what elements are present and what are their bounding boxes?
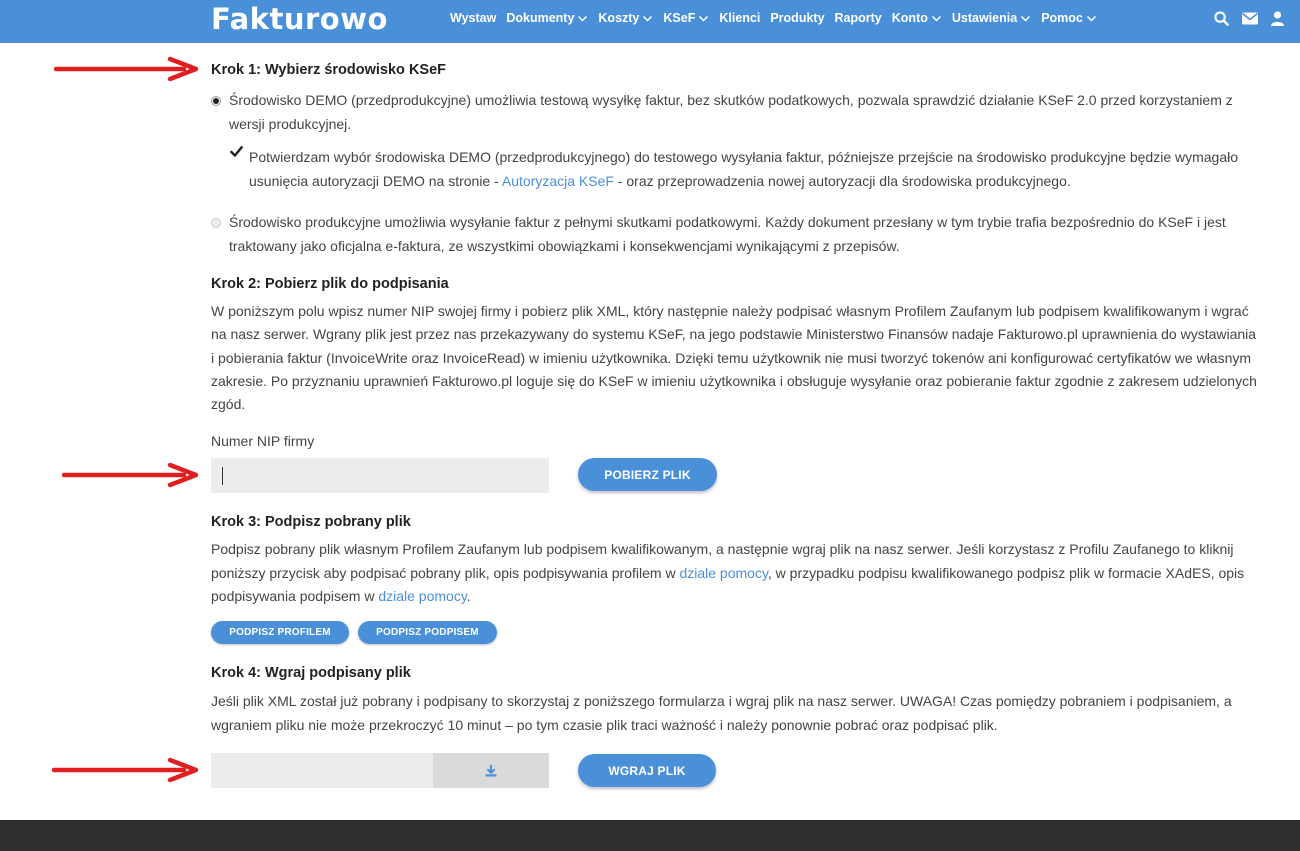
nav-item-ksef[interactable]: KSeF [663, 11, 709, 25]
step2-description: W poniższym polu wpisz numer NIP swojej … [211, 303, 1257, 413]
nip-field-label: Numer NIP firmy [211, 433, 315, 449]
nav-item-label: Dokumenty [506, 11, 575, 25]
page-footer [0, 820, 1300, 851]
step3-description: Podpisz pobrany plik własnym Profilem Za… [211, 541, 1245, 604]
chevron-down-icon [642, 13, 653, 24]
radio-production[interactable] [211, 218, 221, 228]
envelope-icon[interactable] [1242, 12, 1258, 25]
sign-with-signature-button[interactable]: PODPISZ PODPISEM [358, 621, 497, 644]
help-link-profile[interactable]: dziale pomocy [679, 565, 767, 581]
nav-item-label: KSeF [663, 11, 696, 25]
nav-item-label: Koszty [598, 11, 640, 25]
nav-item-klienci[interactable]: Klienci [719, 11, 760, 25]
top-navigation-bar: Fakturowo Wystaw Dokumenty Koszty KSeF Klien… [0, 0, 1300, 43]
file-upload-field[interactable] [211, 753, 433, 788]
help-link-signature[interactable]: dziale pomocy [378, 588, 466, 604]
nip-input[interactable] [211, 458, 549, 493]
file-browse-button[interactable] [433, 753, 549, 788]
nav-item-label: Produkty [770, 11, 825, 25]
step4-description: Jeśli plik XML został już pobrany i podp… [211, 693, 1232, 733]
nav-item-label: Ustawienia [951, 11, 1018, 25]
nav-item-raporty[interactable]: Raporty [835, 11, 882, 25]
upload-file-button[interactable]: WGRAJ PLIK [578, 754, 716, 787]
download-file-button[interactable]: POBIERZ PLIK [578, 458, 717, 491]
annotation-arrow-upload [52, 757, 199, 783]
upload-icon [485, 764, 497, 776]
text-caret [222, 467, 223, 485]
nav-item-label: Klienci [719, 11, 761, 25]
sign-with-profile-button[interactable]: PODPISZ PROFILEM [211, 621, 349, 644]
nav-item-koszty[interactable]: Koszty [598, 11, 653, 25]
chevron-down-icon [1020, 13, 1031, 24]
nav-item-produkty[interactable]: Produkty [770, 11, 824, 25]
nav-item-label: Konto [891, 11, 928, 25]
chevron-down-icon [577, 13, 588, 24]
nav-item-dokumenty[interactable]: Dokumenty [506, 11, 588, 25]
radio-demo[interactable] [211, 96, 221, 106]
chevron-down-icon [698, 13, 709, 24]
chevron-down-icon [1086, 13, 1097, 24]
search-icon[interactable] [1214, 10, 1229, 26]
step4-title: Krok 4: Wgraj podpisany plik [211, 665, 411, 681]
step2-title: Krok 2: Pobierz plik do podpisania [211, 276, 449, 292]
nav-item-label: Wystaw [450, 11, 497, 25]
step1-title: Krok 1: Wybierz środowisko KSeF [211, 62, 447, 78]
annotation-arrow-nip [62, 462, 199, 488]
option-demo-text: Środowisko DEMO (przedprodukcyjne) umożl… [229, 92, 1233, 132]
nav-item-pomoc[interactable]: Pomoc [1041, 11, 1097, 25]
nav-item-ustawienia[interactable]: Ustawienia [952, 11, 1031, 25]
user-icon[interactable] [1271, 10, 1284, 26]
demo-confirm-text: Potwierdzam wybór środowiska DEMO (przed… [249, 149, 1239, 189]
nav-item-wystaw[interactable]: Wystaw [450, 11, 496, 25]
nav-item-label: Pomoc [1041, 11, 1083, 25]
header-icons [1214, 0, 1284, 36]
checkbox-demo-confirm[interactable] [230, 145, 243, 158]
main-nav: Wystaw Dokumenty Koszty KSeF Klienci Produkty… [450, 0, 1097, 36]
logo[interactable]: Fakturowo [211, 1, 388, 37]
nav-item-konto[interactable]: Konto [892, 11, 942, 25]
option-production-text: Środowisko produkcyjne umożliwia wysyłan… [229, 214, 1226, 254]
autoryzacja-ksef-link[interactable]: Autoryzacja KSeF [502, 173, 614, 189]
annotation-arrow-step1 [54, 56, 199, 82]
step3-title: Krok 3: Podpisz pobrany plik [211, 514, 411, 530]
chevron-down-icon [931, 13, 942, 24]
nav-item-label: Raporty [834, 11, 882, 25]
